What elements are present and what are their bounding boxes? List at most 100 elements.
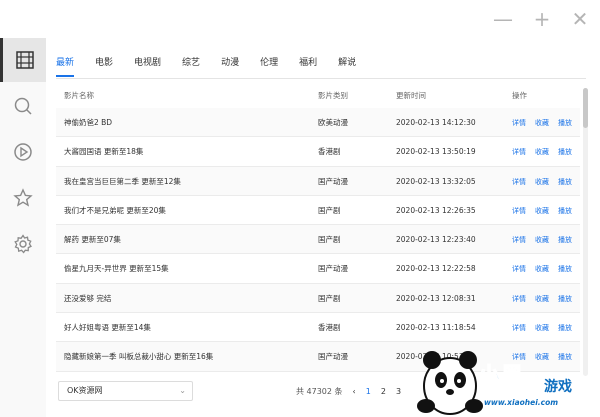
favorite-link[interactable]: 收藏 xyxy=(535,265,549,273)
cell-type: 欧美动漫 xyxy=(318,118,348,127)
close-button[interactable]: ✕ xyxy=(569,8,591,30)
cell-ops: 详情 收藏 播放 xyxy=(512,137,586,167)
cell-type: 国产动漫 xyxy=(318,176,348,186)
tab-divider xyxy=(56,78,586,79)
film-list-icon xyxy=(15,51,34,69)
cell-time: 2020-02-13 12:26:35 xyxy=(396,205,476,215)
tab-anime[interactable]: 动漫 xyxy=(221,55,239,77)
table-row[interactable]: 解药 更新至07集 国产剧 2020-02-13 12:23:40 详情 收藏 播放 xyxy=(56,225,580,255)
tab-latest[interactable]: 最新 xyxy=(56,55,75,77)
table-row[interactable]: 我们才不是兄弟呢 更新至20集 国产剧 2020-02-13 12:26:35 详情 收… xyxy=(56,196,580,226)
table-row[interactable]: 偷星九月天-异世界 更新至15集 国产动漫 2020-02-13 12:22:58 详… xyxy=(56,254,580,284)
play-link[interactable]: 播放 xyxy=(558,178,572,186)
cell-name: 神偷奶爸2 BD xyxy=(64,118,113,127)
cell-ops: 详情 收藏 播放 xyxy=(512,167,586,197)
cell-type: 国产动漫 xyxy=(318,264,348,274)
cell-time: 2020-02-13 12:23:40 xyxy=(396,235,476,245)
sidebar xyxy=(0,38,46,417)
detail-link[interactable]: 详情 xyxy=(512,148,526,156)
scrollbar-thumb[interactable] xyxy=(583,88,588,128)
search-icon xyxy=(14,97,32,115)
table-row[interactable]: 我在皇宫当巨巨第二季 更新至12集 国产动漫 2020-02-13 13:32:05… xyxy=(56,166,580,196)
favorite-link[interactable]: 收藏 xyxy=(535,324,549,332)
page-2[interactable]: 2 xyxy=(381,387,386,396)
favorite-link[interactable]: 收藏 xyxy=(535,207,549,215)
table-header: 影片名称 影片类别 更新时间 操作 xyxy=(56,90,586,106)
cell-time: 2020-02-13 12:22:58 xyxy=(396,264,476,274)
minimize-button[interactable]: — xyxy=(492,8,514,30)
table-row[interactable]: 还没爱够 完结 国产剧 2020-02-13 12:08:31 详情 收藏 播放 xyxy=(56,283,580,314)
header-time: 更新时间 xyxy=(396,91,426,100)
cell-name: 我在皇宫当巨巨第二季 更新至12集 xyxy=(64,176,181,186)
favorite-link[interactable]: 收藏 xyxy=(535,295,549,303)
total-count: 共 47302 条 xyxy=(296,386,343,396)
tab-welfare[interactable]: 福利 xyxy=(299,55,317,77)
play-link[interactable]: 播放 xyxy=(558,148,572,156)
chevron-down-icon: ⌄ xyxy=(179,386,186,395)
scrollbar[interactable] xyxy=(583,88,588,376)
cell-name: 大酱园国语 更新至18集 xyxy=(64,147,144,157)
prev-page-button[interactable]: ‹ xyxy=(353,387,356,396)
maximize-button[interactable]: + xyxy=(531,8,553,30)
table-row[interactable]: 神偷奶爸2 BD 欧美动漫 2020-02-13 14:12:30 详情 收藏 播放 xyxy=(56,108,580,138)
detail-link[interactable]: 详情 xyxy=(512,324,526,332)
cell-type: 国产动漫 xyxy=(318,352,348,362)
tab-movies[interactable]: 电影 xyxy=(95,55,113,77)
favorite-link[interactable]: 收藏 xyxy=(535,236,549,244)
watermark-url: www.xiaohei.com xyxy=(484,398,559,407)
play-link[interactable]: 播放 xyxy=(558,295,572,303)
header-ops: 操作 xyxy=(512,91,527,100)
tab-commentary[interactable]: 解说 xyxy=(338,55,356,77)
play-link[interactable]: 播放 xyxy=(558,207,572,215)
favorite-link[interactable]: 收藏 xyxy=(535,178,549,186)
sidebar-item-list[interactable] xyxy=(0,38,46,82)
category-tabs: 最新 电影 电视剧 综艺 动漫 伦理 福利 解说 xyxy=(56,55,377,77)
play-link[interactable]: 播放 xyxy=(558,265,572,273)
cell-name: 我们才不是兄弟呢 更新至20集 xyxy=(64,205,166,215)
cell-name: 解药 更新至07集 xyxy=(64,235,121,245)
cell-ops: 详情 收藏 播放 xyxy=(512,225,586,255)
detail-link[interactable]: 详情 xyxy=(512,236,526,244)
page-1[interactable]: 1 xyxy=(366,387,371,396)
gear-icon xyxy=(14,234,32,254)
tab-tv-series[interactable]: 电视剧 xyxy=(134,55,161,77)
play-link[interactable]: 播放 xyxy=(558,324,572,332)
cell-type: 香港剧 xyxy=(318,323,341,333)
watermark-brand: 小黑 xyxy=(477,364,525,390)
play-link[interactable]: 播放 xyxy=(558,119,572,127)
play-link[interactable]: 播放 xyxy=(558,236,572,244)
cell-ops: 详情 收藏 播放 xyxy=(512,108,586,138)
star-icon xyxy=(13,188,33,207)
favorite-link[interactable]: 收藏 xyxy=(535,119,549,127)
sidebar-item-play[interactable] xyxy=(0,130,46,174)
cell-time: 2020-02-13 13:50:19 xyxy=(396,147,476,157)
cell-type: 国产剧 xyxy=(318,235,341,245)
cell-type: 国产剧 xyxy=(318,293,341,303)
cell-type: 香港剧 xyxy=(318,147,341,157)
sidebar-item-search[interactable] xyxy=(0,84,46,128)
source-select[interactable]: OK资源网 ⌄ xyxy=(58,381,193,401)
cell-time: 2020-02-13 14:12:30 xyxy=(396,118,476,127)
detail-link[interactable]: 详情 xyxy=(512,295,526,303)
cell-name: 隐藏新娘第一季 叫板总裁小甜心 更新至16集 xyxy=(64,352,214,362)
cell-name: 好人好姐粤语 更新至14集 xyxy=(64,323,151,333)
source-select-value: OK资源网 xyxy=(67,386,103,395)
tab-ethics[interactable]: 伦理 xyxy=(260,55,278,77)
cell-time: 2020-02-13 12:08:31 xyxy=(396,293,476,303)
cell-name: 偷星九月天-异世界 更新至15集 xyxy=(64,264,169,274)
cell-ops: 详情 收藏 播放 xyxy=(512,196,586,226)
tab-variety[interactable]: 综艺 xyxy=(182,55,200,77)
detail-link[interactable]: 详情 xyxy=(512,178,526,186)
app-window: — + ✕ 最新 电影 电视剧 综艺 动漫 伦理 福利 解说 影片名称 影片类别… xyxy=(0,0,600,417)
cell-type: 国产剧 xyxy=(318,205,341,215)
detail-link[interactable]: 详情 xyxy=(512,119,526,127)
table-row[interactable]: 大酱园国语 更新至18集 香港剧 2020-02-13 13:50:19 详情 收藏 播放 xyxy=(56,137,580,167)
sidebar-item-settings[interactable] xyxy=(0,222,46,266)
pagination: 共 47302 条 ‹ 1 2 3 xyxy=(296,384,411,398)
detail-link[interactable]: 详情 xyxy=(512,207,526,215)
favorite-link[interactable]: 收藏 xyxy=(535,148,549,156)
sidebar-item-favorites[interactable] xyxy=(0,176,46,220)
detail-link[interactable]: 详情 xyxy=(512,265,526,273)
page-3[interactable]: 3 xyxy=(396,387,401,396)
play-icon xyxy=(14,143,32,161)
